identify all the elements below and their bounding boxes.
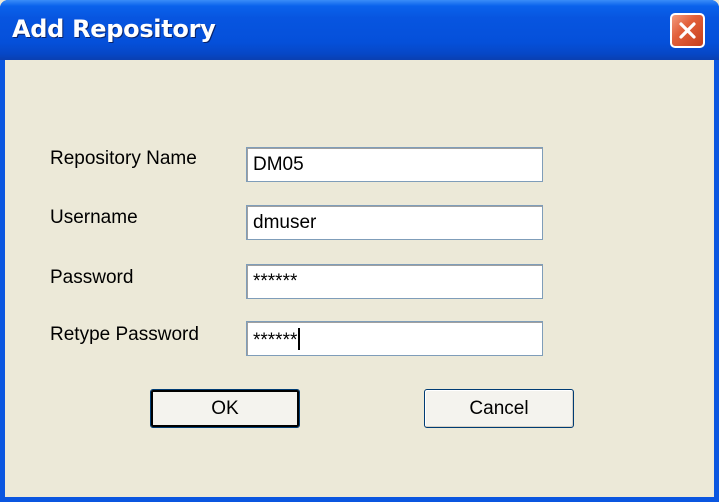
repository-name-field[interactable]: DM05 xyxy=(246,147,543,182)
retype-password-value: ****** xyxy=(253,330,298,351)
password-value: ****** xyxy=(253,271,298,292)
dialog-window: Add Repository Repository Name DM05 User… xyxy=(0,0,719,502)
repository-name-label: Repository Name xyxy=(50,148,197,169)
password-field[interactable]: ****** xyxy=(246,264,543,299)
retype-password-label: Retype Password xyxy=(50,324,199,345)
username-label: Username xyxy=(50,207,138,228)
window-title: Add Repository xyxy=(12,15,216,43)
ok-button[interactable]: OK xyxy=(150,389,300,428)
repository-name-value: DM05 xyxy=(253,154,304,175)
password-label: Password xyxy=(50,267,134,288)
dialog-body: Repository Name DM05 Username dmuser Pas… xyxy=(5,60,714,497)
cancel-button[interactable]: Cancel xyxy=(424,389,574,428)
retype-password-field[interactable]: ****** xyxy=(246,321,543,356)
username-value: dmuser xyxy=(253,212,317,233)
username-field[interactable]: dmuser xyxy=(246,205,543,240)
close-button[interactable] xyxy=(670,13,705,48)
text-caret xyxy=(298,328,301,350)
title-bar[interactable]: Add Repository xyxy=(0,0,719,60)
